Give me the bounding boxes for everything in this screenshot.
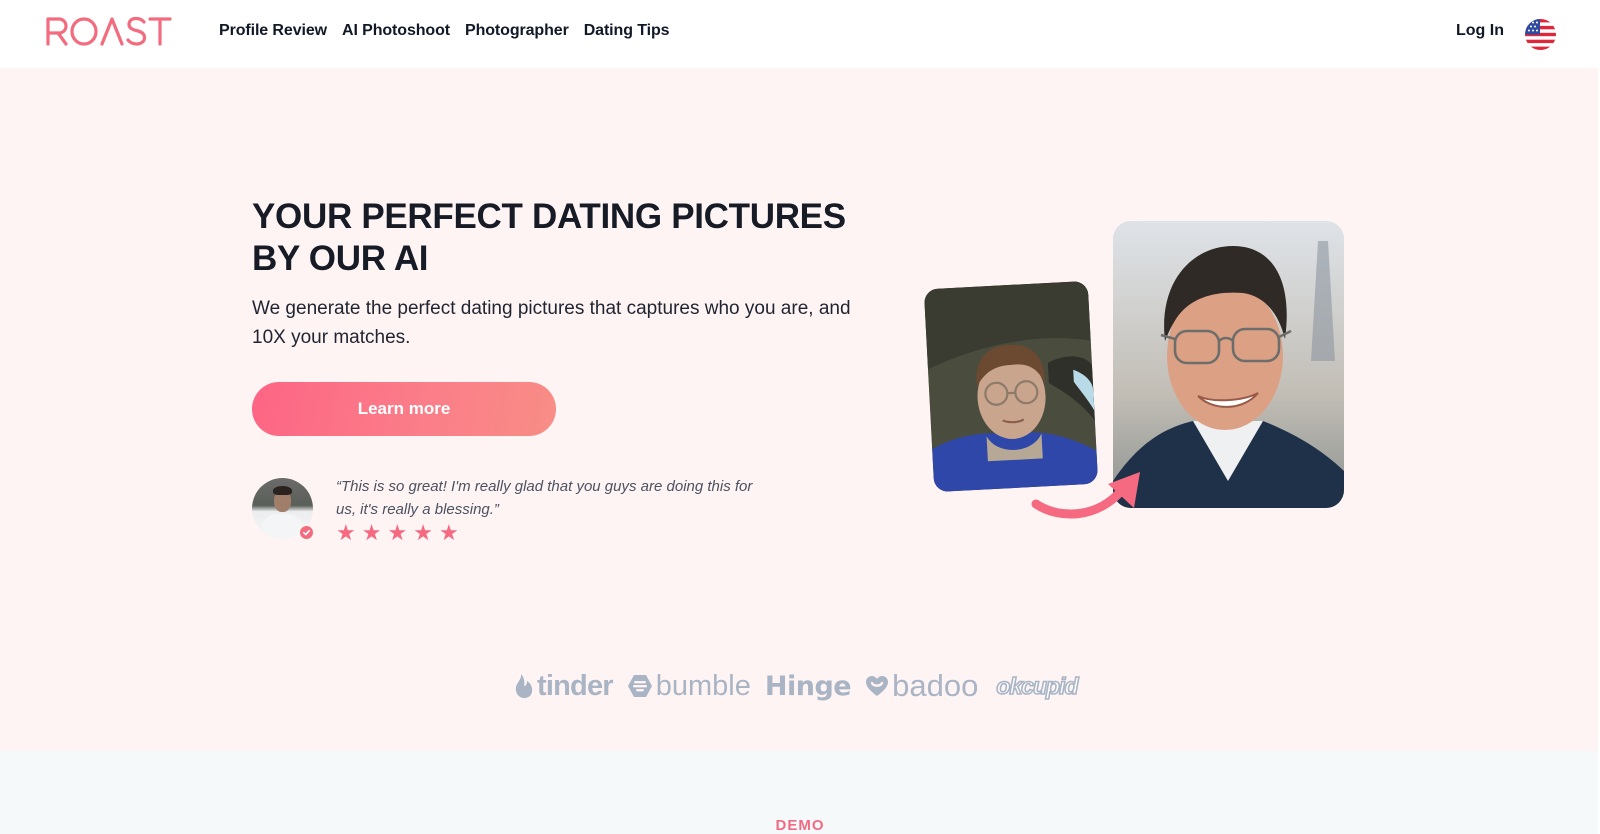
dating-app-logos: tinder bumble Hinge badoo okcupid — [514, 666, 1084, 706]
brand-badoo: badoo — [865, 668, 978, 704]
before-photo-illustration — [923, 280, 1099, 493]
brand-okcupid: okcupid — [996, 672, 1080, 700]
after-photo-illustration — [1113, 221, 1344, 508]
site-header: ROAST Profile Review AI Photoshoot Photo… — [0, 0, 1600, 68]
language-selector[interactable] — [1525, 19, 1556, 50]
logo[interactable]: ROAST — [45, 15, 173, 47]
login-link[interactable]: Log In — [1456, 22, 1504, 40]
after-photo — [1113, 221, 1344, 508]
demo-label: DEMO — [775, 817, 825, 834]
verified-badge — [298, 524, 315, 541]
hero-subtitle: We generate the perfect dating pictures … — [252, 298, 851, 348]
bumble-hexagon-icon — [627, 675, 652, 697]
nav-profile-review[interactable]: Profile Review — [219, 22, 327, 40]
testimonial: “This is so great! I'm really glad that … — [252, 478, 772, 558]
hero-section: YOUR PERFECT DATING PICTURES BY OUR AI W… — [0, 68, 1598, 751]
us-flag-icon — [1525, 19, 1556, 50]
nav-photographer[interactable]: Photographer — [465, 22, 569, 40]
main-nav: Profile Review AI Photoshoot Photographe… — [219, 22, 684, 40]
testimonial-quote: “This is so great! I'm really glad that … — [336, 478, 753, 518]
star-icon: ★ — [361, 520, 382, 545]
before-photo — [923, 280, 1099, 493]
nav-ai-photoshoot[interactable]: AI Photoshoot — [342, 22, 450, 40]
demo-section: DEMO — [0, 751, 1598, 834]
brand-hinge: Hinge — [764, 670, 852, 702]
learn-more-button[interactable]: Learn more — [252, 382, 556, 436]
brand-tinder: tinder — [514, 670, 614, 703]
star-rating: ★ ★ ★ ★ ★ — [336, 522, 459, 544]
heart-icon — [866, 676, 889, 696]
roast-logo-icon — [46, 16, 172, 46]
nav-dating-tips[interactable]: Dating Tips — [584, 22, 670, 40]
transform-arrow-icon — [1031, 472, 1140, 519]
star-icon: ★ — [438, 520, 459, 545]
star-icon: ★ — [413, 520, 433, 545]
check-icon — [302, 529, 311, 536]
flame-icon — [515, 674, 533, 698]
hero-title: YOUR PERFECT DATING PICTURES BY OUR AI — [252, 197, 846, 278]
star-icon: ★ — [387, 520, 408, 545]
brand-bumble: bumble — [627, 670, 751, 703]
star-icon: ★ — [336, 520, 356, 545]
